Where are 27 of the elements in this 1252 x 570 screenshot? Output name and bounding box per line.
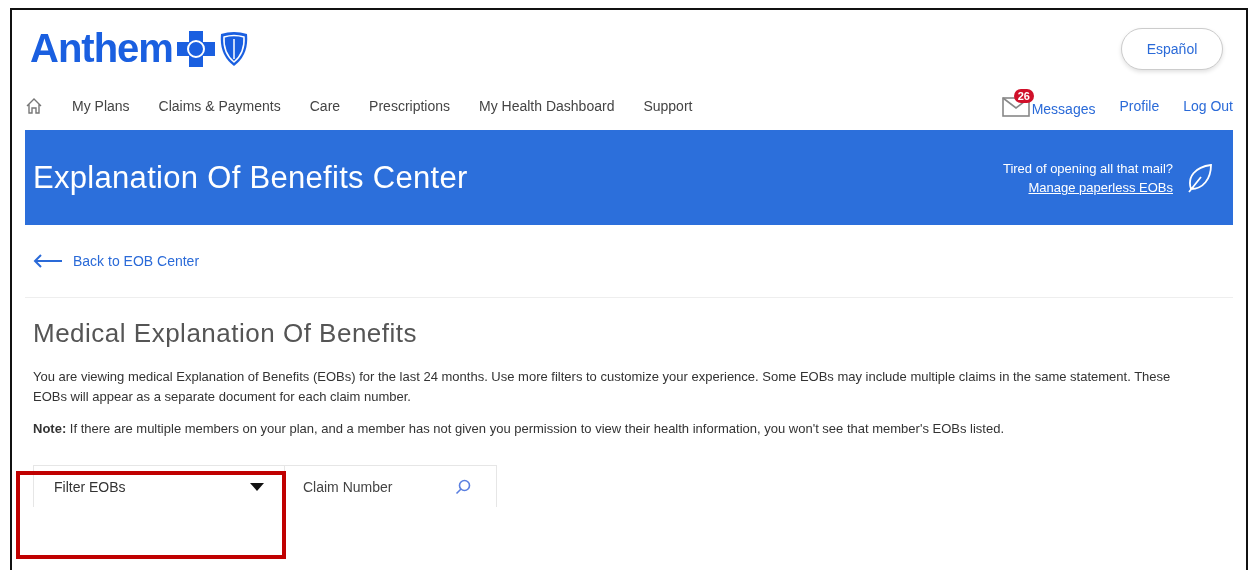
message-count-badge: 26 <box>1013 89 1034 103</box>
messages-link[interactable]: Messages <box>1031 101 1096 117</box>
nav-link[interactable]: Prescriptions <box>369 98 450 114</box>
nav-link[interactable]: Support <box>643 98 693 114</box>
back-link[interactable]: Back to EOB Center <box>73 253 200 269</box>
search-icon[interactable] <box>455 478 471 495</box>
note-paragraph: Note: If there are multiple members on your plan, and a member has not given you permission to view their health information, you won't see that member's EOBs listed. <box>33 420 1006 438</box>
cross-logo-icon <box>176 30 215 67</box>
banner-title: Explanation Of Benefits Center <box>33 159 468 196</box>
leaf-icon <box>1187 162 1213 193</box>
nav-link[interactable]: My Plans <box>72 98 130 114</box>
nav-link[interactable]: My Health Dashboard <box>479 98 615 114</box>
home-icon[interactable] <box>25 97 43 115</box>
nav-link[interactable]: Care <box>309 98 341 114</box>
caret-icon <box>250 482 264 491</box>
intro-paragraph: You are viewing medical Explanation of Benefits (EOBs) for the last 24 months. Use more filters to customize your experience. Some EOBs may include multiple claims in the same statement. These EOBs will appear as a separate document for each claim number. <box>33 368 1172 406</box>
filter-dropdown[interactable]: Filter EOBs <box>33 465 285 507</box>
promo-text: Tired of opening all that mail? <box>1002 160 1173 176</box>
page-heading: Medical Explanation Of Benefits <box>33 318 419 349</box>
header-link[interactable]: Log Out <box>1183 98 1233 114</box>
nav-link[interactable]: Claims & Payments <box>158 98 281 114</box>
shield-logo-icon <box>218 30 249 67</box>
arrow-left-icon[interactable] <box>33 254 63 268</box>
logo-text: Anthem <box>30 26 173 71</box>
header-link[interactable]: Profile <box>1119 98 1160 114</box>
paperless-link[interactable]: Manage paperless EOBs <box>1028 179 1173 195</box>
language-button[interactable]: Español <box>1121 28 1223 70</box>
